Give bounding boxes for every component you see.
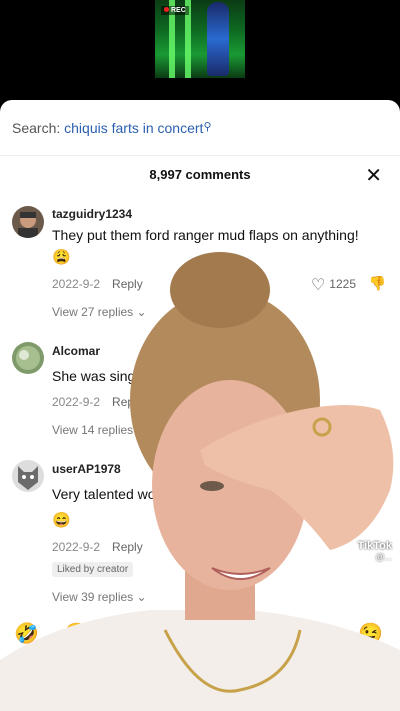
comment-username[interactable]: tazguidry1234 xyxy=(52,207,132,221)
search-suggestion[interactable]: Search: chiquis farts in concert⚲ xyxy=(12,120,212,136)
close-icon[interactable]: ✕ xyxy=(365,163,382,188)
comment-text: They put them ford ranger mud flaps on a… xyxy=(52,227,359,243)
avatar[interactable] xyxy=(12,206,44,238)
search-icon: ⚲ xyxy=(203,121,212,133)
tiktok-watermark: TikTok @... xyxy=(358,540,392,562)
search-query-link[interactable]: chiquis farts in concert xyxy=(64,120,203,136)
performer-figure xyxy=(207,2,229,76)
watermark-handle: @... xyxy=(375,552,392,562)
divider xyxy=(0,155,400,156)
comment-count: 8,997 comments xyxy=(149,167,251,182)
tiktok-logo-icon: TikTok xyxy=(357,540,392,552)
video-preview[interactable]: REC xyxy=(0,0,400,100)
video-thumbnail[interactable]: REC xyxy=(155,0,245,78)
rec-badge: REC xyxy=(161,6,189,15)
search-prefix: Search: xyxy=(12,120,61,136)
person-overlay xyxy=(0,252,400,711)
